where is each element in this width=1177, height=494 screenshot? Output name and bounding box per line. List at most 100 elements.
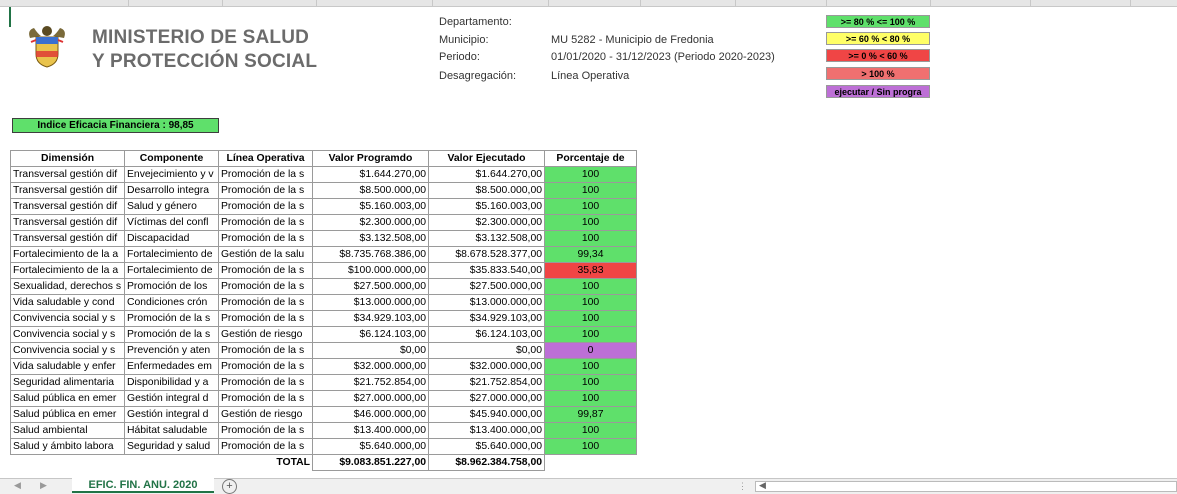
cell-valor-programado[interactable]: $100.000.000,00: [312, 262, 429, 279]
next-sheet-icon[interactable]: ▶: [40, 480, 47, 491]
cell-valor-ejecutado[interactable]: $6.124.103,00: [428, 326, 545, 343]
cell-porcentaje[interactable]: 100: [544, 390, 637, 407]
cell-linea-operativa[interactable]: Promoción de la s: [218, 214, 313, 231]
cell-linea-operativa[interactable]: Gestión de riesgo: [218, 406, 313, 423]
cell-dimension[interactable]: Fortalecimiento de la a: [10, 246, 125, 263]
prev-sheet-icon[interactable]: ◀: [14, 480, 21, 491]
cell-valor-ejecutado[interactable]: $13.000.000,00: [428, 294, 545, 311]
cell-porcentaje[interactable]: 0: [544, 342, 637, 359]
cell-dimension[interactable]: Salud pública en emer: [10, 406, 125, 423]
cell-porcentaje[interactable]: 100: [544, 166, 637, 183]
total-label[interactable]: TOTAL: [11, 455, 313, 471]
cell-valor-ejecutado[interactable]: $8.500.000,00: [428, 182, 545, 199]
cell-dimension[interactable]: Transversal gestión dif: [10, 182, 125, 199]
cell-porcentaje[interactable]: 100: [544, 198, 637, 215]
cell-linea-operativa[interactable]: Promoción de la s: [218, 310, 313, 327]
cell-porcentaje[interactable]: 35,83: [544, 262, 637, 279]
cell-valor-programado[interactable]: $6.124.103,00: [312, 326, 429, 343]
cell-dimension[interactable]: Vida saludable y enfer: [10, 358, 125, 375]
cell-linea-operativa[interactable]: Gestión de riesgo: [218, 326, 313, 343]
cell-porcentaje[interactable]: 100: [544, 294, 637, 311]
header-componente[interactable]: Componente: [124, 150, 219, 167]
cell-valor-programado[interactable]: $1.644.270,00: [312, 166, 429, 183]
cell-linea-operativa[interactable]: Promoción de la s: [218, 358, 313, 375]
cell-porcentaje[interactable]: 100: [544, 438, 637, 455]
cell-linea-operativa[interactable]: Promoción de la s: [218, 438, 313, 455]
cell-valor-ejecutado[interactable]: $8.678.528.377,00: [428, 246, 545, 263]
total-empty-cell[interactable]: [545, 455, 637, 471]
header-valor-programado[interactable]: Valor Programdo: [312, 150, 429, 167]
cell-valor-ejecutado[interactable]: $5.160.003,00: [428, 198, 545, 215]
cell-dimension[interactable]: Vida saludable y cond: [10, 294, 125, 311]
cell-dimension[interactable]: Transversal gestión dif: [10, 214, 125, 231]
cell-componente[interactable]: Enfermedades em: [124, 358, 219, 375]
scroll-left-icon[interactable]: ◀: [759, 480, 766, 491]
cell-dimension[interactable]: Salud pública en emer: [10, 390, 125, 407]
header-valor-ejecutado[interactable]: Valor Ejecutado: [428, 150, 545, 167]
cell-linea-operativa[interactable]: Gestión de la salu: [218, 246, 313, 263]
cell-componente[interactable]: Gestión integral d: [124, 406, 219, 423]
horizontal-scrollbar[interactable]: ◀: [755, 480, 1177, 492]
cell-valor-programado[interactable]: $46.000.000,00: [312, 406, 429, 423]
header-dimension[interactable]: Dimensión: [10, 150, 125, 167]
cell-valor-ejecutado[interactable]: $45.940.000,00: [428, 406, 545, 423]
cell-linea-operativa[interactable]: Promoción de la s: [218, 390, 313, 407]
cell-valor-programado[interactable]: $32.000.000,00: [312, 358, 429, 375]
cell-valor-programado[interactable]: $27.500.000,00: [312, 278, 429, 295]
cell-porcentaje[interactable]: 100: [544, 278, 637, 295]
cell-valor-programado[interactable]: $27.000.000,00: [312, 390, 429, 407]
sheet-tab-efic-fin[interactable]: EFIC. FIN. ANU. 2020: [72, 478, 214, 493]
cell-componente[interactable]: Seguridad y salud: [124, 438, 219, 455]
cell-porcentaje[interactable]: 100: [544, 214, 637, 231]
cell-valor-ejecutado[interactable]: $35.833.540,00: [428, 262, 545, 279]
cell-porcentaje[interactable]: 99,87: [544, 406, 637, 423]
cell-porcentaje[interactable]: 100: [544, 422, 637, 439]
cell-componente[interactable]: Promoción de la s: [124, 326, 219, 343]
cell-valor-programado[interactable]: $5.160.003,00: [312, 198, 429, 215]
cell-valor-programado[interactable]: $13.400.000,00: [312, 422, 429, 439]
cell-porcentaje[interactable]: 100: [544, 310, 637, 327]
cell-componente[interactable]: Envejecimiento y v: [124, 166, 219, 183]
cell-valor-ejecutado[interactable]: $13.400.000,00: [428, 422, 545, 439]
cell-porcentaje[interactable]: 99,34: [544, 246, 637, 263]
cell-porcentaje[interactable]: 100: [544, 230, 637, 247]
cell-componente[interactable]: Gestión integral d: [124, 390, 219, 407]
header-linea-operativa[interactable]: Línea Operativa: [218, 150, 313, 167]
cell-dimension[interactable]: Seguridad alimentaria: [10, 374, 125, 391]
cell-valor-programado[interactable]: $8.735.768.386,00: [312, 246, 429, 263]
cell-componente[interactable]: Promoción de la s: [124, 310, 219, 327]
cell-componente[interactable]: Víctimas del confl: [124, 214, 219, 231]
cell-componente[interactable]: Fortalecimiento de: [124, 246, 219, 263]
cell-valor-programado[interactable]: $2.300.000,00: [312, 214, 429, 231]
cell-valor-ejecutado[interactable]: $5.640.000,00: [428, 438, 545, 455]
cell-dimension[interactable]: Sexualidad, derechos s: [10, 278, 125, 295]
cell-linea-operativa[interactable]: Promoción de la s: [218, 230, 313, 247]
cell-componente[interactable]: Disponibilidad y a: [124, 374, 219, 391]
cell-valor-programado[interactable]: $3.132.508,00: [312, 230, 429, 247]
cell-valor-programado[interactable]: $8.500.000,00: [312, 182, 429, 199]
cell-dimension[interactable]: Fortalecimiento de la a: [10, 262, 125, 279]
cell-dimension[interactable]: Transversal gestión dif: [10, 198, 125, 215]
cell-valor-ejecutado[interactable]: $21.752.854,00: [428, 374, 545, 391]
cell-valor-programado[interactable]: $34.929.103,00: [312, 310, 429, 327]
cell-valor-programado[interactable]: $13.000.000,00: [312, 294, 429, 311]
cell-linea-operativa[interactable]: Promoción de la s: [218, 422, 313, 439]
cell-dimension[interactable]: Convivencia social y s: [10, 326, 125, 343]
cell-linea-operativa[interactable]: Promoción de la s: [218, 278, 313, 295]
add-sheet-icon[interactable]: +: [222, 479, 237, 494]
cell-dimension[interactable]: Convivencia social y s: [10, 342, 125, 359]
cell-dimension[interactable]: Transversal gestión dif: [10, 166, 125, 183]
cell-linea-operativa[interactable]: Promoción de la s: [218, 342, 313, 359]
cell-componente[interactable]: Hábitat saludable: [124, 422, 219, 439]
header-porcentaje[interactable]: Porcentaje de: [544, 150, 637, 167]
cell-valor-programado[interactable]: $5.640.000,00: [312, 438, 429, 455]
cell-porcentaje[interactable]: 100: [544, 374, 637, 391]
total-ejecutado[interactable]: $8.962.384.758,00: [428, 454, 545, 471]
cell-porcentaje[interactable]: 100: [544, 358, 637, 375]
cell-linea-operativa[interactable]: Promoción de la s: [218, 262, 313, 279]
cell-valor-ejecutado[interactable]: $27.000.000,00: [428, 390, 545, 407]
cell-componente[interactable]: Condiciones crón: [124, 294, 219, 311]
scroll-split-icon[interactable]: ⋮: [738, 481, 747, 492]
total-programado[interactable]: $9.083.851.227,00: [312, 454, 429, 471]
cell-porcentaje[interactable]: 100: [544, 326, 637, 343]
